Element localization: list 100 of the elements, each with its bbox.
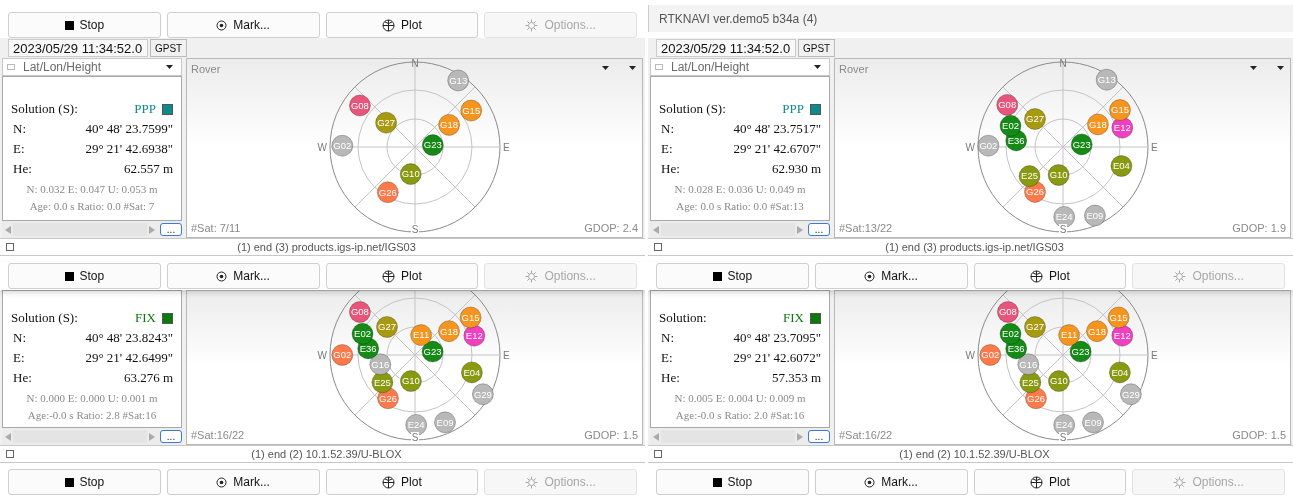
format-label: Lat/Lon/Height — [671, 59, 751, 76]
age-text: Age: 0.0 s Ratio: 0.0 #Sat:13 — [675, 198, 805, 214]
more-button[interactable]: ... — [808, 430, 830, 443]
plot-button[interactable]: Plot — [325, 263, 479, 289]
scroll-right-icon — [149, 225, 155, 234]
satellite-marker: G15 — [459, 306, 482, 329]
coordinate-label: N: — [661, 329, 675, 348]
stop-icon — [64, 271, 74, 281]
coordinate-value: 29° 21' 42.6499" — [85, 349, 173, 368]
age-text: Age:-0.0 s Ratio: 2.0 #Sat:16 — [674, 407, 806, 423]
compass-label: S — [411, 224, 418, 235]
stop-icon — [712, 477, 722, 487]
caret-icon — [166, 65, 173, 69]
caret-icon — [1277, 66, 1284, 70]
stop-button[interactable]: Stop — [8, 12, 161, 38]
compass-label: W — [965, 142, 975, 153]
plot-title: Rover — [839, 62, 869, 77]
solution-label: Solution (S): — [11, 309, 79, 328]
globe-icon — [382, 475, 396, 489]
accuracy-text: N: 0.032 E: 0.047 U: 0.053 m — [25, 182, 159, 197]
compass-label: W — [317, 142, 327, 153]
satellite-marker: G15 — [1108, 99, 1131, 121]
satellite-marker: G08 — [348, 94, 371, 117]
globe-icon — [382, 18, 396, 32]
globe-icon — [1030, 475, 1044, 489]
format-dropdown[interactable]: Lat/Lon/Height — [2, 58, 182, 76]
satellite-marker: G18 — [1085, 320, 1108, 343]
satellite-marker: G08 — [996, 301, 1019, 323]
satellite-count: #Sat:13/22 — [839, 220, 893, 236]
coordinate-value: 40° 48' 23.7095" — [733, 329, 821, 348]
solution-value: PPP — [134, 100, 156, 119]
stop-icon — [712, 271, 722, 281]
plot-button[interactable]: Plot — [973, 469, 1127, 495]
time-field: 2023/05/29 11:34:52.0 — [656, 39, 796, 57]
coordinate-value: 63.276 m — [123, 369, 173, 388]
coordinate-label: He: — [661, 369, 681, 388]
coordinate-label: E: — [661, 140, 674, 159]
accuracy-text: N: 0.005 E: 0.004 U: 0.009 m — [673, 391, 807, 406]
grid-icon — [7, 64, 15, 70]
window-title: RTKNAVI ver.demo5 b34a (4) — [659, 10, 818, 28]
satellite-marker: G27 — [374, 111, 397, 134]
compass-label: N — [410, 59, 419, 69]
coordinate-value: 62.930 m — [771, 160, 821, 179]
more-button[interactable]: ... — [160, 430, 182, 443]
stop-button[interactable]: Stop — [656, 263, 809, 289]
mark-button[interactable]: Mark... — [166, 263, 320, 289]
solution-value: PPP — [782, 100, 804, 119]
coordinate-label: N: — [13, 329, 27, 348]
satellite-marker: G18 — [1086, 113, 1109, 136]
coordinate-value: 62.557 m — [123, 160, 173, 179]
plot-button[interactable]: Plot — [325, 469, 479, 495]
mark-button[interactable]: Mark... — [166, 12, 320, 38]
stop-icon — [64, 477, 74, 487]
time-field: 2023/05/29 11:34:52.0 — [8, 39, 148, 57]
stop-button[interactable]: Stop — [8, 469, 161, 495]
compass-label: E — [1150, 142, 1158, 153]
time-system-button[interactable]: GPST — [150, 39, 188, 57]
mark-button[interactable]: Mark... — [814, 469, 968, 495]
satellite-marker: G23 — [421, 134, 444, 157]
more-button[interactable]: ... — [808, 223, 830, 236]
satellite-marker: E09 — [1083, 204, 1106, 227]
coordinate-value: 40° 48' 23.7599" — [85, 120, 173, 139]
coordinate-value: 29° 21' 42.6938" — [85, 140, 173, 159]
compass-label: N — [1058, 59, 1067, 69]
more-button[interactable]: ... — [160, 223, 182, 236]
satellite-marker: G02 — [330, 134, 353, 157]
coordinate-value: 29° 21' 42.6072" — [733, 349, 821, 368]
solution-label: Solution (S): — [11, 100, 79, 119]
scroll-left-icon — [5, 225, 11, 234]
coordinate-label: He: — [13, 369, 33, 388]
satellite-marker: G29 — [1119, 383, 1142, 406]
time-system-button[interactable]: GPST — [798, 39, 836, 57]
scroll-right-icon — [797, 225, 803, 234]
plot-button[interactable]: Plot — [973, 263, 1127, 289]
coordinate-value: 29° 21' 42.6707" — [733, 140, 821, 159]
checkbox-icon — [6, 450, 14, 458]
checkbox-icon — [6, 243, 14, 251]
mark-button[interactable]: Mark... — [814, 263, 968, 289]
coordinate-value: 40° 48' 23.7517" — [733, 120, 821, 139]
solution-label: Solution (S): — [659, 100, 727, 119]
plot-button[interactable]: Plot — [325, 12, 479, 38]
stop-button[interactable]: Stop — [656, 469, 809, 495]
caret-icon — [814, 65, 821, 69]
format-label: Lat/Lon/Height — [23, 59, 103, 76]
plot-title: Rover — [191, 62, 221, 77]
target-icon — [216, 476, 228, 488]
coordinate-label: He: — [13, 160, 33, 179]
checkbox-icon — [654, 243, 662, 251]
satellite-marker: E02 — [999, 322, 1021, 345]
scroll-right-icon — [149, 432, 155, 441]
checkbox-icon — [654, 450, 662, 458]
compass-label: E — [502, 350, 510, 361]
mark-button[interactable]: Mark... — [166, 469, 320, 495]
format-dropdown[interactable]: Lat/Lon/Height — [650, 58, 830, 76]
satellite-marker: G27 — [375, 316, 398, 338]
stop-button[interactable]: Stop — [8, 263, 161, 289]
coordinate-label: He: — [661, 160, 681, 179]
compass-label: E — [1150, 350, 1158, 361]
satellite-marker: E25 — [1018, 165, 1040, 188]
coordinate-value: 57.353 m — [771, 369, 821, 388]
